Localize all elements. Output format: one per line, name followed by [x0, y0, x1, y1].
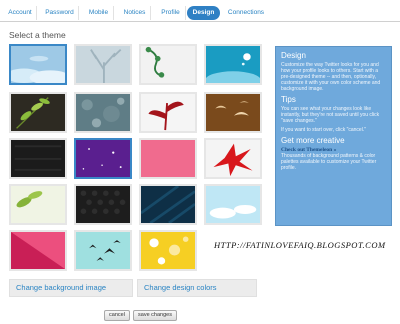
theme-birds-teal[interactable]	[74, 230, 132, 271]
more-text: Thousands of background patterns & color…	[281, 153, 377, 171]
theme-green-leaves[interactable]	[9, 184, 67, 225]
theme-purple-stars[interactable]	[74, 138, 132, 179]
theme-grey-pattern[interactable]	[74, 92, 132, 133]
theme-brown-birds[interactable]	[204, 92, 262, 133]
theme-tree-mist[interactable]	[74, 44, 132, 85]
blog-watermark: HTTP://FATINLOVEFAIQ.BLOGSPOT.COM	[214, 240, 386, 250]
tab-password[interactable]: Password	[41, 6, 79, 20]
theme-red-plant[interactable]	[139, 92, 197, 133]
theme-dark-hex[interactable]	[74, 184, 132, 225]
tips-heading: Tips	[281, 95, 296, 104]
change-background-button[interactable]: Change background image	[9, 279, 133, 297]
tips-text-2: If you want to start over, click "cancel…	[281, 127, 366, 133]
change-colors-button[interactable]: Change design colors	[137, 279, 257, 297]
theme-pink-solid[interactable]	[139, 138, 197, 179]
theme-leaves-dark[interactable]	[9, 92, 67, 133]
theme-black-texture[interactable]	[9, 138, 67, 179]
tab-connections[interactable]: Connections	[224, 6, 268, 20]
design-heading: Design	[281, 51, 306, 60]
design-text: Customize the way Twitter looks for you …	[281, 62, 381, 92]
theme-sky-clouds[interactable]	[9, 44, 67, 85]
tips-text-1: You can see what your changes look like …	[281, 106, 380, 124]
cancel-button[interactable]: cancel	[104, 310, 130, 321]
tab-profile[interactable]: Profile	[156, 6, 186, 20]
help-panel: Design Customize the way Twitter looks f…	[275, 46, 392, 226]
theme-red-flowers[interactable]	[204, 138, 262, 179]
theme-aqua-clouds[interactable]	[204, 184, 262, 225]
tab-design[interactable]: Design	[187, 6, 220, 20]
theme-green-vines[interactable]	[139, 44, 197, 85]
save-button[interactable]: save changes	[133, 310, 177, 321]
tab-mobile[interactable]: Mobile	[84, 6, 114, 20]
theme-teal-sparkle[interactable]	[204, 44, 262, 85]
theme-navy-stripes[interactable]	[139, 184, 197, 225]
theme-yellow-flowers[interactable]	[139, 230, 197, 271]
tab-notices[interactable]: Notices	[119, 6, 151, 20]
section-title: Select a theme	[9, 30, 66, 40]
settings-tabs: Account Password Mobile Notices Profile …	[0, 3, 400, 22]
more-heading: Get more creative	[281, 136, 345, 145]
tab-account[interactable]: Account	[4, 6, 37, 20]
theme-magenta-triangle[interactable]	[9, 230, 67, 271]
